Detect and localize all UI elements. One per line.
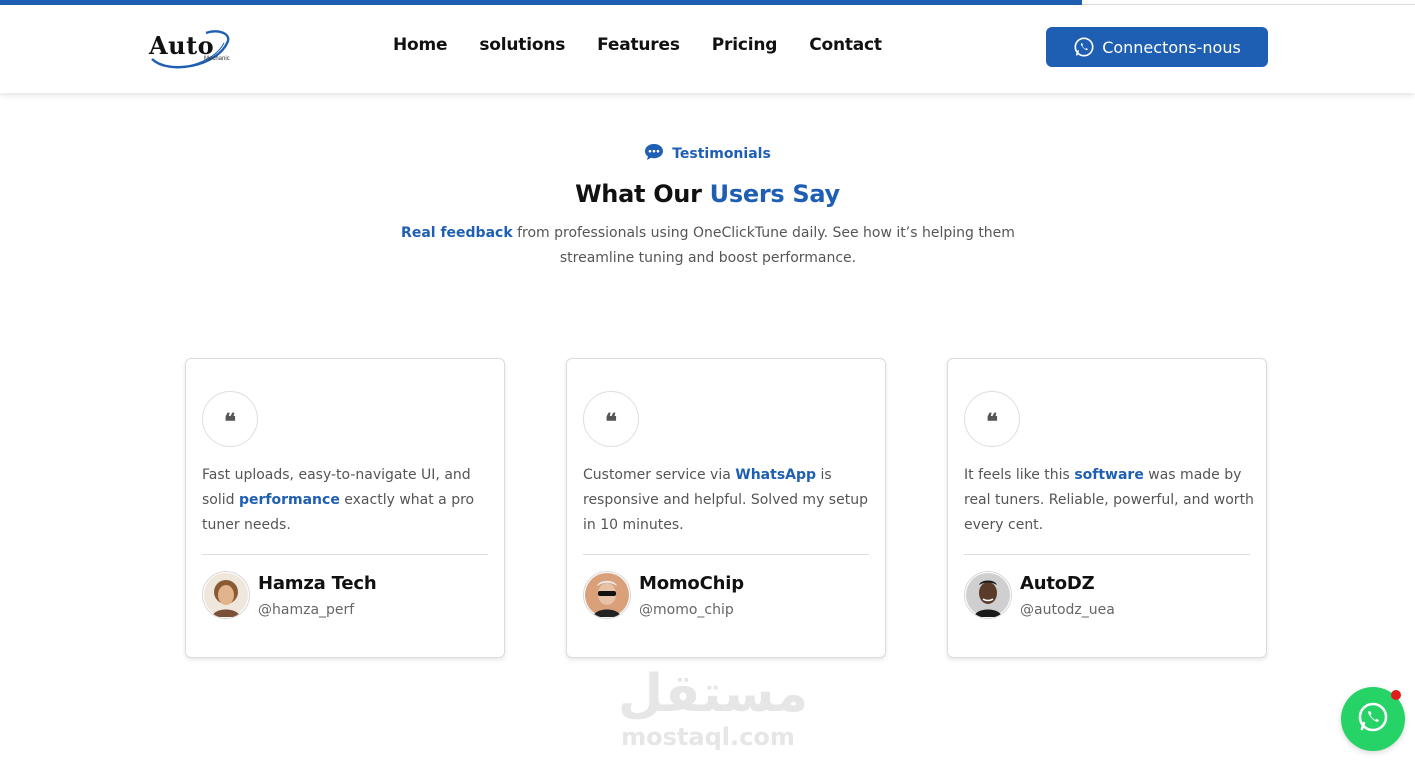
testimonial-text-highlight: performance bbox=[238, 492, 340, 508]
notification-dot bbox=[1391, 690, 1401, 700]
section-title-highlight: Users Say bbox=[709, 180, 841, 208]
connect-button[interactable]: Connectons-nous bbox=[1046, 27, 1268, 67]
section-title-text: What Our bbox=[575, 180, 710, 208]
card-divider bbox=[964, 554, 1250, 555]
watermark-latin: mostaql.com bbox=[621, 723, 795, 751]
user-handle: @momo_chip bbox=[639, 602, 734, 618]
avatar bbox=[202, 571, 250, 619]
quote-icon: ❝ bbox=[964, 391, 1020, 447]
user-name: AutoDZ bbox=[1020, 573, 1095, 594]
logo-subtext: Mechanic bbox=[204, 56, 230, 62]
quote-icon: ❝ bbox=[583, 391, 639, 447]
testimonial-text: Customer service via WhatsApp is respons… bbox=[583, 463, 873, 538]
site-header: Auto Mechanic Home solutions Features Pr… bbox=[0, 5, 1415, 93]
user-name: MomoChip bbox=[639, 573, 744, 594]
site-logo[interactable]: Auto Mechanic bbox=[148, 23, 238, 75]
testimonial-card: ❝ It feels like this software was made b… bbox=[947, 358, 1267, 658]
user-handle: @autodz_uea bbox=[1020, 602, 1115, 618]
testimonial-text-before: It feels like this bbox=[964, 467, 1075, 483]
mostaql-watermark: مستقل mostaql.com bbox=[618, 664, 809, 754]
whatsapp-icon bbox=[1356, 700, 1390, 738]
nav-item-pricing[interactable]: Pricing bbox=[712, 35, 778, 55]
testimonial-text: It feels like this software was made by … bbox=[964, 463, 1254, 538]
section-subtitle-text: from professionals using OneClickTune da… bbox=[512, 225, 1015, 266]
nav-item-features[interactable]: Features bbox=[597, 35, 680, 55]
testimonial-text: Fast uploads, easy-to-navigate UI, and s… bbox=[202, 463, 492, 538]
nav-item-home[interactable]: Home bbox=[393, 35, 448, 55]
section-subtitle-highlight: Real feedback bbox=[401, 225, 513, 241]
card-divider bbox=[202, 554, 488, 555]
main-nav: Home solutions Features Pricing Contact bbox=[393, 35, 882, 55]
connect-button-label: Connectons-nous bbox=[1102, 37, 1241, 57]
avatar bbox=[583, 571, 631, 619]
card-divider bbox=[583, 554, 869, 555]
nav-item-contact[interactable]: Contact bbox=[809, 35, 882, 55]
section-tag-label: Testimonials bbox=[672, 146, 771, 162]
user-name: Hamza Tech bbox=[258, 573, 377, 594]
section-tag: Testimonials bbox=[0, 143, 1415, 165]
section-title: What Our Users Say bbox=[0, 180, 1415, 208]
testimonial-card: ❝ Customer service via WhatsApp is respo… bbox=[566, 358, 886, 658]
quote-icon: ❝ bbox=[202, 391, 258, 447]
chat-bubble-icon bbox=[644, 143, 664, 165]
testimonial-text-before: Customer service via bbox=[583, 467, 736, 483]
testimonial-text-highlight: WhatsApp bbox=[735, 467, 817, 483]
testimonial-text-highlight: software bbox=[1074, 467, 1144, 483]
user-handle: @hamza_perf bbox=[258, 602, 355, 618]
avatar bbox=[964, 571, 1012, 619]
nav-item-solutions[interactable]: solutions bbox=[479, 35, 565, 55]
whatsapp-icon bbox=[1073, 36, 1095, 58]
section-subtitle: Real feedback from professionals using O… bbox=[398, 221, 1018, 271]
watermark-arabic: مستقل bbox=[618, 664, 809, 724]
testimonial-card: ❝ Fast uploads, easy-to-navigate UI, and… bbox=[185, 358, 505, 658]
